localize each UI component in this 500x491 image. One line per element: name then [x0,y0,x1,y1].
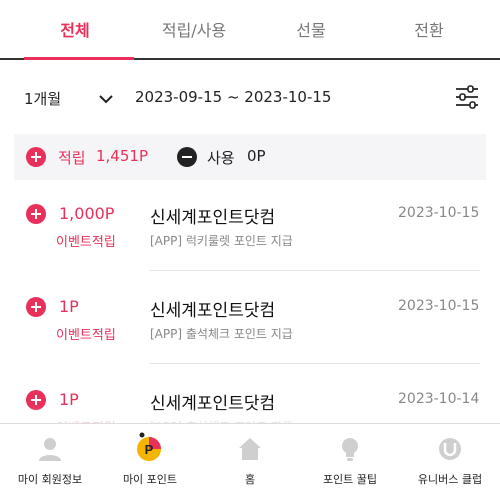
transaction-row[interactable]: 1P 이벤트적립 신세계포인트닷컴 2023-10-15 [APP] 출석체크 … [0,296,500,389]
row-divider [150,270,480,271]
transaction-type: 이벤트적립 [56,235,116,250]
filter-sliders-icon[interactable] [454,84,480,114]
plus-circle-icon [26,204,46,224]
tab-earn-use[interactable]: 적립/사용 [139,0,249,60]
active-tab-indicator [24,57,134,60]
transaction-row[interactable]: 1,000P 이벤트적립 신세계포인트닷컴 2023-10-15 [APP] 럭… [0,203,500,296]
period-filter-bar: 1개월 2023-09-15 ~ 2023-10-15 [0,76,500,116]
bottom-navigation: 마이 회원정보 P 마이 포인트 홈 포인트 꿀팁 유니버스 클럽 [0,423,500,491]
nav-label: 포인트 꿀팁 [322,473,378,486]
earn-total-value: 1,451P [96,147,148,165]
points-summary: 적립 1,451P 사용 0P [14,134,486,180]
nav-label: 유니버스 클럽 [417,473,483,486]
plus-circle-icon [26,390,46,410]
nav-my-member-info[interactable]: 마이 회원정보 [0,424,100,491]
minus-circle-icon [177,147,197,167]
transaction-date: 2023-10-14 [398,391,480,407]
nav-point-tips[interactable]: 포인트 꿀팁 [300,424,400,491]
transaction-type: 이벤트적립 [56,328,116,343]
nav-my-point[interactable]: P 마이 포인트 [100,424,200,491]
nav-universe-club[interactable]: 유니버스 클럽 [400,424,500,491]
transaction-store: 신세계포인트닷컴 [150,301,276,321]
transaction-store: 신세계포인트닷컴 [150,394,276,414]
earn-total-label: 적립 [58,149,86,167]
use-total-label: 사용 [207,149,235,167]
transaction-desc: [APP] 출석체크 포인트 지급 [150,327,293,341]
transaction-desc: [APP] 럭키룰렛 포인트 지급 [150,234,293,248]
date-range: 2023-09-15 ~ 2023-10-15 [135,88,332,106]
lightbulb-icon [342,438,358,461]
person-icon [39,438,61,461]
plus-circle-icon [26,147,46,167]
tab-all[interactable]: 전체 [20,0,130,60]
tab-bar: 전체 적립/사용 선물 전환 [0,0,500,60]
tab-gift[interactable]: 선물 [256,0,366,60]
nav-label: 마이 포인트 [122,473,178,486]
nav-home[interactable]: 홈 [200,424,300,491]
transaction-amount: 1P [59,390,79,409]
point-coin-icon: P [137,432,161,461]
use-total-value: 0P [247,147,266,165]
transaction-amount: 1,000P [59,204,115,223]
transaction-amount: 1P [59,297,79,316]
tab-convert[interactable]: 전환 [374,0,484,60]
period-select[interactable]: 1개월 [24,88,61,109]
plus-circle-icon [26,297,46,317]
nav-label: 홈 [244,473,256,486]
transaction-store: 신세계포인트닷컴 [150,208,276,228]
home-icon [239,438,261,460]
svg-text:P: P [145,442,154,457]
universe-club-icon [439,438,461,460]
row-divider [150,363,480,364]
transaction-date: 2023-10-15 [398,298,480,314]
chevron-down-icon[interactable] [98,90,114,109]
nav-label: 마이 회원정보 [17,473,83,486]
transaction-date: 2023-10-15 [398,205,480,221]
